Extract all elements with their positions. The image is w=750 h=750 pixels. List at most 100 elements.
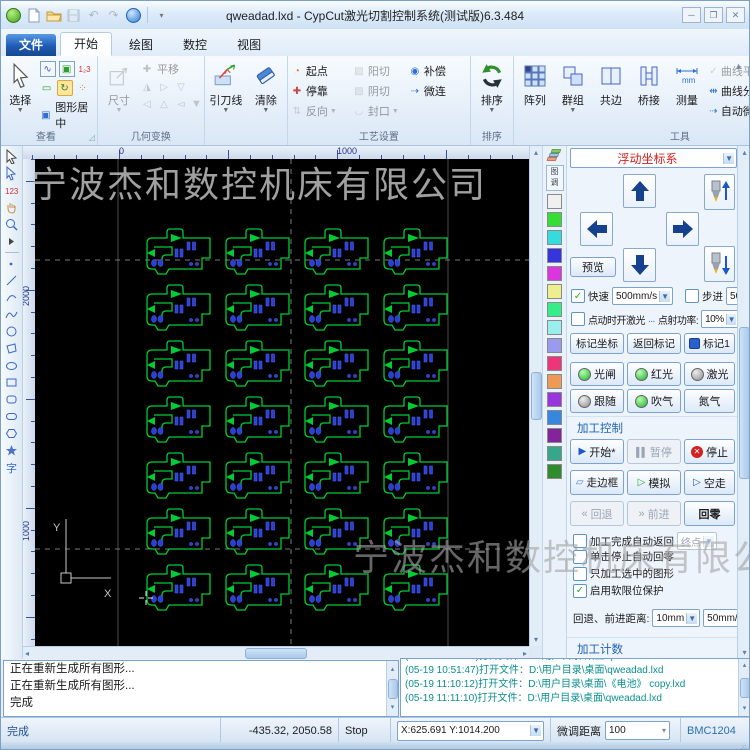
panel-scrollbar[interactable]: ▴ ▾ bbox=[737, 146, 750, 659]
more-options-link[interactable]: ... bbox=[648, 314, 655, 325]
coord-system-combo[interactable]: 浮动坐标系 ▼ bbox=[570, 148, 737, 168]
dots-view-icon[interactable]: ⁘ bbox=[76, 81, 90, 95]
flyout-arrow-icon[interactable] bbox=[3, 233, 21, 250]
red-light-button[interactable]: 红光 bbox=[627, 362, 681, 386]
circle-tool-icon[interactable] bbox=[3, 323, 21, 340]
shutter-button[interactable]: 光闸 bbox=[570, 362, 624, 386]
layer-color-7[interactable] bbox=[547, 302, 562, 317]
auto-return-after-finish-combo[interactable]: 终点▼ bbox=[677, 532, 717, 550]
file-history-log[interactable]: (05-19 10:51:47)打开文件：D:\用户目录\桌面\qweadad.… bbox=[400, 658, 750, 717]
layer-color-11[interactable] bbox=[547, 374, 562, 389]
backward-button[interactable]: «回退 bbox=[570, 501, 624, 526]
layer-color-10[interactable] bbox=[547, 356, 562, 371]
micro-join-button[interactable]: ⇢微连 bbox=[408, 83, 468, 99]
numbering-view-icon[interactable]: 1₂3 bbox=[78, 62, 92, 76]
compensation-button[interactable]: ◉补偿 bbox=[408, 63, 468, 79]
laser-button[interactable]: 激光 bbox=[684, 362, 735, 386]
hexagon-tool-icon[interactable] bbox=[3, 425, 21, 442]
layer-color-15[interactable] bbox=[547, 446, 562, 461]
lead-line-button[interactable]: 引刀线 ▼ bbox=[207, 57, 245, 114]
reverse-button[interactable]: ⇅反向 ▼ bbox=[290, 103, 352, 119]
ellipse-tool-icon[interactable] bbox=[3, 357, 21, 374]
log-scrollbar[interactable]: ▴▾ bbox=[738, 659, 750, 716]
jog-right-button[interactable] bbox=[666, 212, 699, 246]
point-tool-icon[interactable] bbox=[3, 255, 21, 272]
layer-color-16[interactable] bbox=[547, 464, 562, 479]
follow-button[interactable]: 跟随 bbox=[570, 389, 624, 413]
line-tool-icon[interactable] bbox=[3, 272, 21, 289]
obround-tool-icon[interactable] bbox=[3, 408, 21, 425]
layer-color-4[interactable] bbox=[547, 248, 562, 263]
layer-color-1[interactable] bbox=[547, 194, 562, 209]
scroll-up-icon[interactable]: ▴ bbox=[742, 148, 746, 157]
zoom-tool-icon[interactable] bbox=[3, 216, 21, 233]
vscroll-thumb[interactable] bbox=[531, 372, 542, 420]
layer-color-13[interactable] bbox=[547, 410, 562, 425]
layer-color-12[interactable] bbox=[547, 392, 562, 407]
spot-power-combo[interactable]: 10%▼ bbox=[701, 310, 739, 328]
tab-nc[interactable]: 数控 bbox=[170, 34, 220, 56]
layer-color-5[interactable] bbox=[547, 266, 562, 281]
roundrect-tool-icon[interactable] bbox=[3, 391, 21, 408]
log-scrollbar[interactable]: ▴▾ bbox=[386, 661, 398, 716]
save-file-icon[interactable] bbox=[65, 7, 82, 24]
undo-icon[interactable]: ↶ bbox=[85, 7, 102, 24]
nozzle-up-button[interactable] bbox=[704, 174, 735, 210]
numbering-tool-icon[interactable]: 123 bbox=[3, 182, 21, 199]
center-graphic-button[interactable]: 图形居中 bbox=[55, 99, 95, 131]
bridge-button[interactable]: 桥接 bbox=[630, 57, 668, 114]
nitrogen-button[interactable]: 氮气 bbox=[684, 389, 735, 413]
open-file-icon[interactable] bbox=[45, 7, 62, 24]
auto-micro-join-button[interactable]: ⇢自动微连 bbox=[708, 103, 750, 119]
mirror-buttons[interactable]: ◮▷▽ bbox=[140, 80, 202, 94]
seal-button[interactable]: ◡封口 ▼ bbox=[352, 103, 408, 119]
stop-button[interactable]: ✕停止 bbox=[684, 439, 735, 464]
nozzle-down-button[interactable] bbox=[704, 246, 735, 282]
step-checkbox[interactable] bbox=[685, 289, 699, 303]
hscroll-thumb[interactable] bbox=[245, 648, 307, 659]
star-tool-icon[interactable] bbox=[3, 442, 21, 459]
sort-button[interactable]: 排序 ▼ bbox=[473, 57, 511, 114]
forward-button[interactable]: »前进 bbox=[627, 501, 681, 526]
arc-tool-icon[interactable] bbox=[3, 289, 21, 306]
tab-view[interactable]: 视图 bbox=[224, 34, 274, 56]
home-button[interactable]: 回零 bbox=[684, 501, 735, 526]
layer-color-6[interactable] bbox=[547, 284, 562, 299]
common-edge-button[interactable]: 共边 bbox=[592, 57, 630, 114]
layer-color-3[interactable] bbox=[547, 230, 562, 245]
close-button[interactable]: ✕ bbox=[726, 7, 745, 23]
ribbon-collapse-icon[interactable]: ▲ bbox=[734, 61, 743, 71]
redo-icon[interactable]: ↷ bbox=[105, 7, 122, 24]
curve-view-icon[interactable]: ∿ bbox=[40, 61, 56, 77]
jog-left-button[interactable] bbox=[580, 212, 613, 246]
select-tool-icon[interactable] bbox=[3, 148, 21, 165]
fast-speed-combo[interactable]: 500mm/s▼ bbox=[612, 287, 673, 305]
canvas-vscrollbar[interactable]: ▴ ▾ bbox=[529, 146, 542, 646]
yin-cut-button[interactable]: ▧阴切 bbox=[352, 83, 408, 99]
size-button[interactable]: 尺寸 ▼ bbox=[100, 57, 138, 114]
process-selected-only-checkbox[interactable] bbox=[573, 567, 587, 581]
blow-button[interactable]: 吹气 bbox=[627, 389, 681, 413]
restore-button[interactable]: ❐ bbox=[704, 7, 723, 23]
curve-split-button[interactable]: ⇹曲线分割 bbox=[708, 83, 750, 99]
frame-button[interactable]: ▱走边框 bbox=[570, 470, 624, 495]
dialog-launcher-icon[interactable]: ◿ bbox=[89, 131, 95, 145]
curve-smooth-button[interactable]: ✓曲线平滑 bbox=[708, 63, 750, 79]
yang-cut-button[interactable]: ▨阳切 bbox=[352, 63, 408, 79]
tab-home[interactable]: 开始 bbox=[60, 32, 112, 56]
rotate-buttons[interactable]: ◁△◅▼ bbox=[140, 97, 202, 111]
soft-limit-protect-checkbox[interactable]: ✓ bbox=[573, 584, 587, 598]
text-tool-icon[interactable]: 字 bbox=[3, 459, 21, 476]
scroll-right-icon[interactable]: ▸ bbox=[523, 649, 527, 658]
jog-up-button[interactable] bbox=[623, 174, 656, 208]
pan-tool-icon[interactable] bbox=[3, 199, 21, 216]
preview-button[interactable]: 预览 bbox=[570, 257, 616, 277]
pause-button[interactable]: ▌▌暂停 bbox=[627, 439, 681, 464]
position-combo[interactable]: X:625.691 Y:1014.200▼ bbox=[397, 721, 544, 741]
jog-laser-checkbox[interactable] bbox=[571, 312, 585, 326]
layer-color-9[interactable] bbox=[547, 338, 562, 353]
simulate-button[interactable]: ▷模拟 bbox=[627, 470, 681, 495]
panel-scroll-thumb[interactable] bbox=[739, 327, 750, 479]
panel-tab-button[interactable]: 图调 bbox=[546, 165, 564, 191]
fast-checkbox[interactable]: ✓ bbox=[571, 289, 585, 303]
